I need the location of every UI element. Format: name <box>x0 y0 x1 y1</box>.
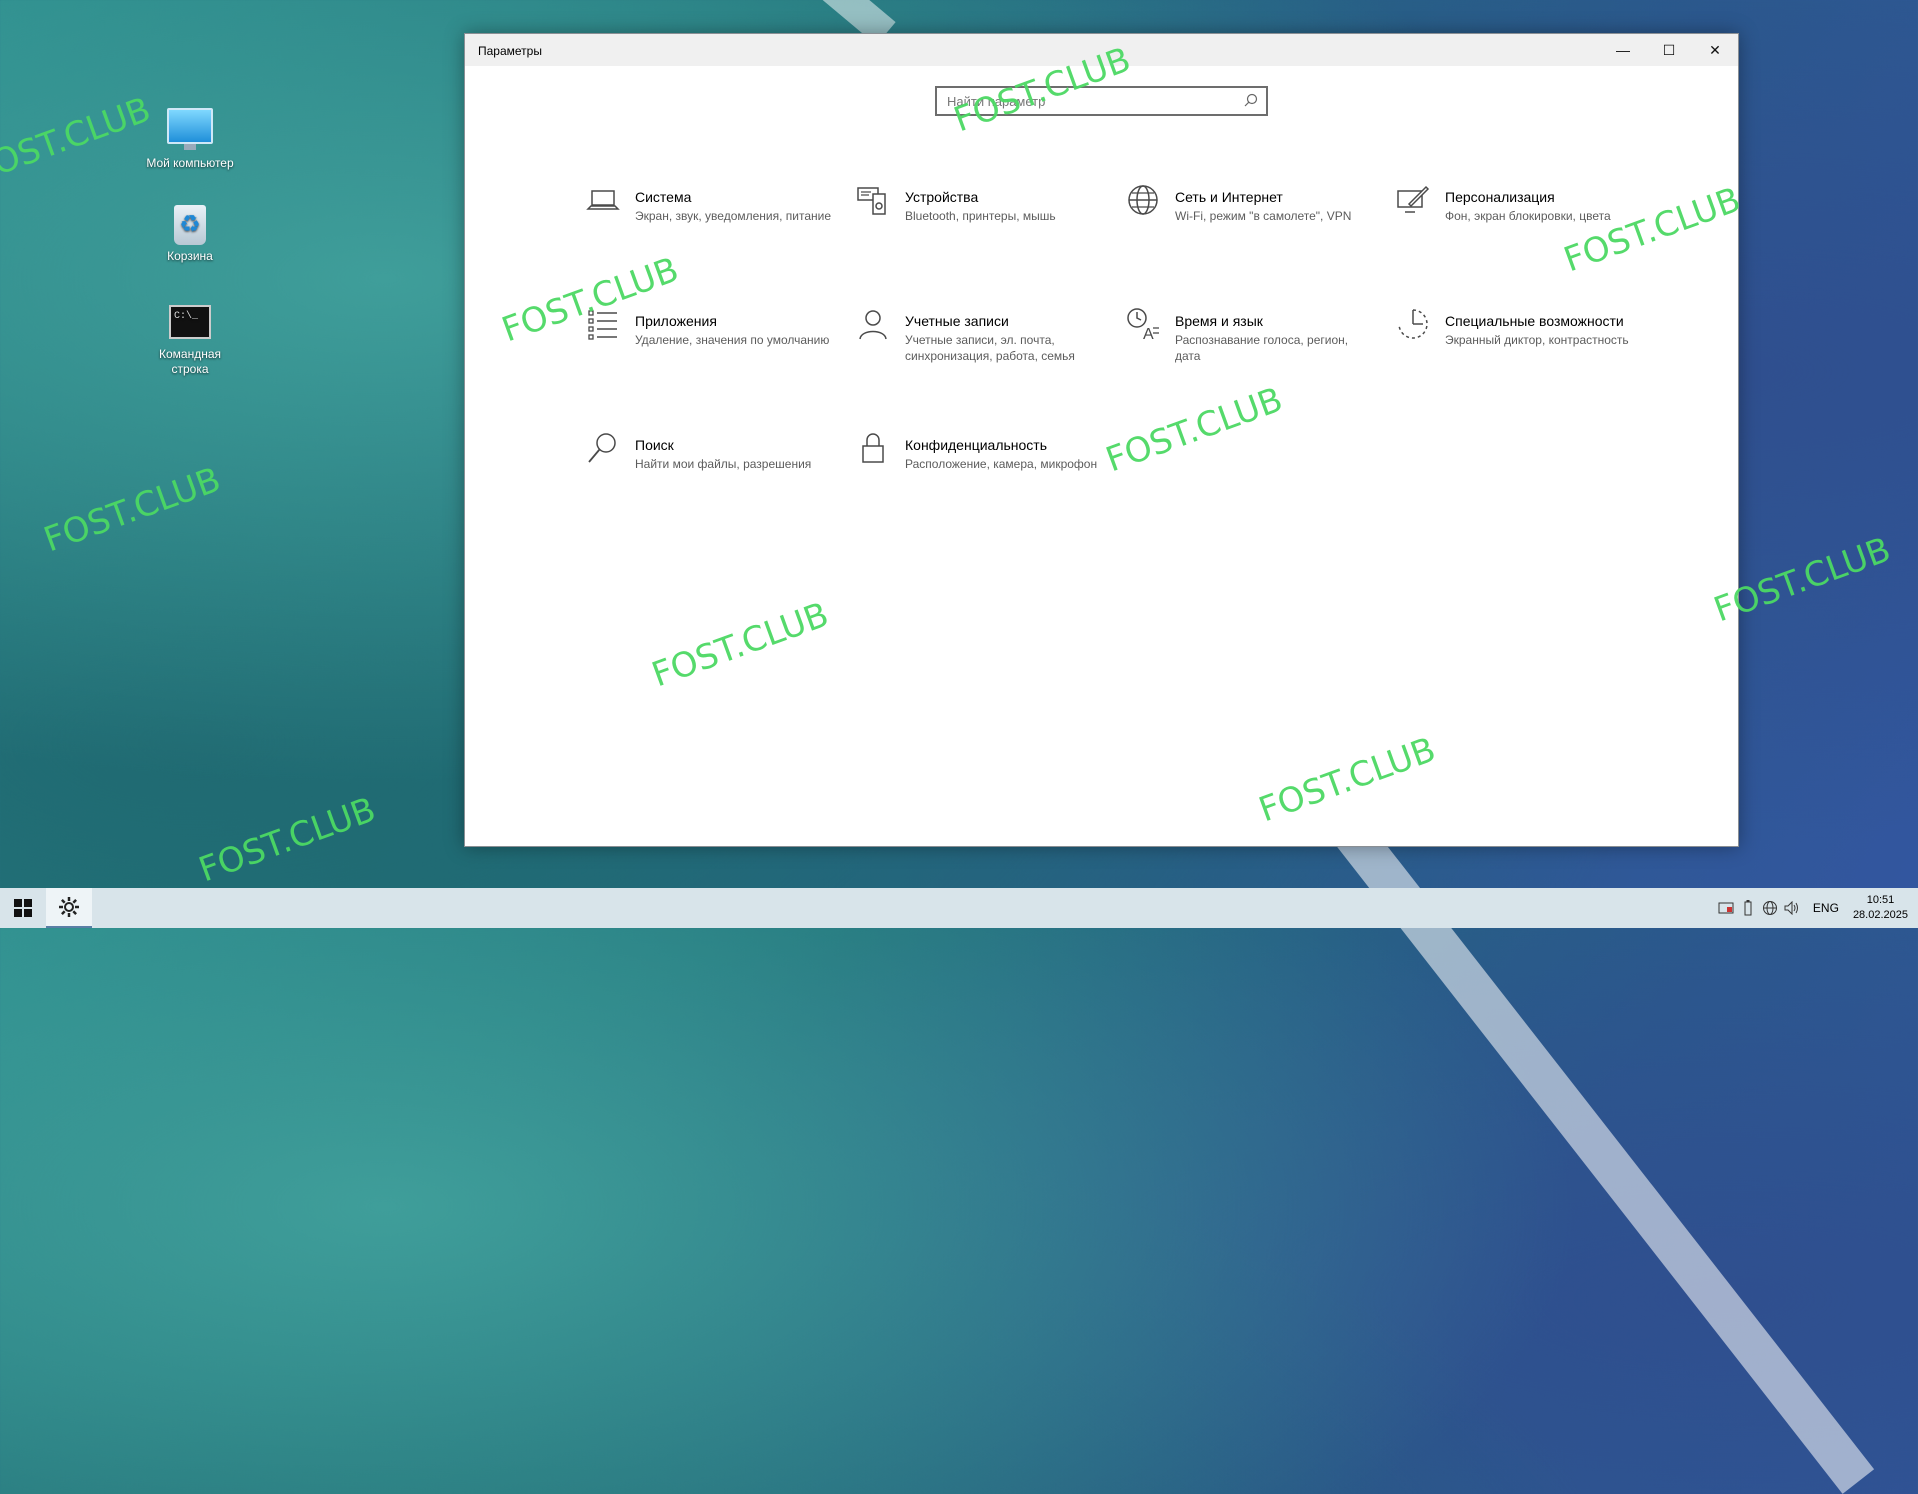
gear-icon <box>59 897 79 917</box>
person-icon <box>859 310 887 340</box>
search-icon <box>588 433 616 463</box>
clock-date: 28.02.2025 <box>1852 909 1908 921</box>
settings-search[interactable] <box>935 86 1268 116</box>
category-description: Экран, звук, уведомления, питание <box>635 209 832 223</box>
category-description: Расположение, камера, микрофон <box>905 457 1098 471</box>
clock[interactable]: 10:51 28.02.2025 <box>1853 893 1908 923</box>
computer-icon <box>167 108 213 150</box>
recycle-bin-icon: ♻ <box>174 205 206 245</box>
watermark: FOST.CLUB <box>0 89 156 191</box>
desktop-icon-label: Мой компьютер <box>146 156 234 170</box>
desktop-icon-my-computer[interactable]: Мой компьютер <box>140 108 240 171</box>
desktop-icon-label: Корзина <box>167 249 213 263</box>
security-icon[interactable] <box>1715 901 1737 915</box>
settings-window: Параметры — ☐ ✕ Система Экран, звук, уве… <box>464 33 1739 847</box>
category-description: Учетные записи, эл. почта, синхронизация… <box>905 333 1075 363</box>
category-personalization[interactable]: Персонализация Фон, экран блокировки, цв… <box>1395 182 1665 278</box>
taskbar: ENG 10:51 28.02.2025 <box>0 888 1918 928</box>
category-description: Удаление, значения по умолчанию <box>635 333 830 347</box>
category-name: Сеть и Интернет <box>1175 189 1283 205</box>
time-language-icon: A <box>1127 308 1159 342</box>
category-accounts[interactable]: Учетные записи Учетные записи, эл. почта… <box>855 306 1125 402</box>
category-accessibility[interactable]: Специальные возможности Экранный диктор,… <box>1395 306 1665 402</box>
category-description: Распознавание голоса, регион, дата <box>1175 333 1349 363</box>
category-name: Персонализация <box>1445 189 1555 205</box>
desktop-icon-command-prompt[interactable]: C:\_ Командная строка <box>140 305 240 377</box>
category-name: Конфиденциальность <box>905 437 1048 453</box>
category-name: Время и язык <box>1175 313 1263 329</box>
category-name: Поиск <box>635 437 674 453</box>
category-name: Учетные записи <box>905 313 1009 329</box>
minimize-icon: — <box>1616 42 1630 58</box>
command-prompt-icon: C:\_ <box>169 305 211 339</box>
taskbar-settings-app[interactable] <box>46 888 92 928</box>
category-description: Bluetooth, принтеры, мышь <box>905 209 1056 223</box>
category-name: Устройства <box>905 189 979 205</box>
globe-icon <box>1128 185 1158 215</box>
apps-list-icon <box>588 310 617 340</box>
watermark: FOST.CLUB <box>38 459 226 561</box>
category-description: Wi-Fi, режим "в самолете", VPN <box>1175 209 1352 223</box>
category-privacy[interactable]: Конфиденциальность Расположение, камера,… <box>855 430 1125 526</box>
category-name: Приложения <box>635 313 717 329</box>
paint-icon <box>1397 185 1430 213</box>
wallpaper-decoration <box>1288 760 1875 1494</box>
lock-icon <box>862 433 884 463</box>
system-tray: ENG 10:51 28.02.2025 <box>1715 888 1918 928</box>
categories-grid: Система Экран, звук, уведомления, питани… <box>585 182 1665 526</box>
maximize-button[interactable]: ☐ <box>1646 34 1692 66</box>
category-description: Найти мои файлы, разрешения <box>635 457 812 471</box>
category-apps[interactable]: Приложения Удаление, значения по умолчан… <box>585 306 855 402</box>
maximize-icon: ☐ <box>1662 41 1676 58</box>
category-devices[interactable]: Устройства Bluetooth, принтеры, мышь <box>855 182 1125 278</box>
category-description: Фон, экран блокировки, цвета <box>1445 209 1611 223</box>
devices-icon <box>857 187 886 215</box>
accessibility-icon <box>1398 309 1428 339</box>
close-button[interactable]: ✕ <box>1692 34 1738 66</box>
category-network[interactable]: Сеть и Интернет Wi-Fi, режим "в самолете… <box>1125 182 1395 278</box>
clock-time: 10:51 <box>1866 894 1895 906</box>
volume-icon[interactable] <box>1781 901 1803 915</box>
svg-text:A: A <box>1143 326 1154 342</box>
start-button[interactable] <box>0 888 46 928</box>
title-bar[interactable]: Параметры — ☐ ✕ <box>465 34 1738 66</box>
search-input[interactable] <box>937 88 1247 114</box>
close-icon: ✕ <box>1709 41 1721 58</box>
minimize-button[interactable]: — <box>1600 34 1646 66</box>
search-icon <box>1244 93 1258 107</box>
windows-logo-icon <box>14 899 32 917</box>
window-title: Параметры <box>478 44 542 58</box>
category-name: Система <box>635 189 692 205</box>
language-indicator[interactable]: ENG <box>1813 901 1839 915</box>
laptop-icon <box>586 190 620 210</box>
watermark: FOST.CLUB <box>193 789 381 891</box>
category-description: Экранный диктор, контрастность <box>1445 333 1629 347</box>
category-system[interactable]: Система Экран, звук, уведомления, питани… <box>585 182 855 278</box>
desktop-icon-recycle-bin[interactable]: ♻ Корзина <box>140 205 240 264</box>
network-icon[interactable] <box>1759 900 1781 916</box>
category-search[interactable]: Поиск Найти мои файлы, разрешения <box>585 430 855 526</box>
battery-icon[interactable] <box>1737 900 1759 916</box>
category-name: Специальные возможности <box>1445 313 1624 329</box>
desktop-icon-label: Командная строка <box>158 347 221 376</box>
category-time-language[interactable]: A Время и язык Распознавание голоса, рег… <box>1125 306 1395 402</box>
